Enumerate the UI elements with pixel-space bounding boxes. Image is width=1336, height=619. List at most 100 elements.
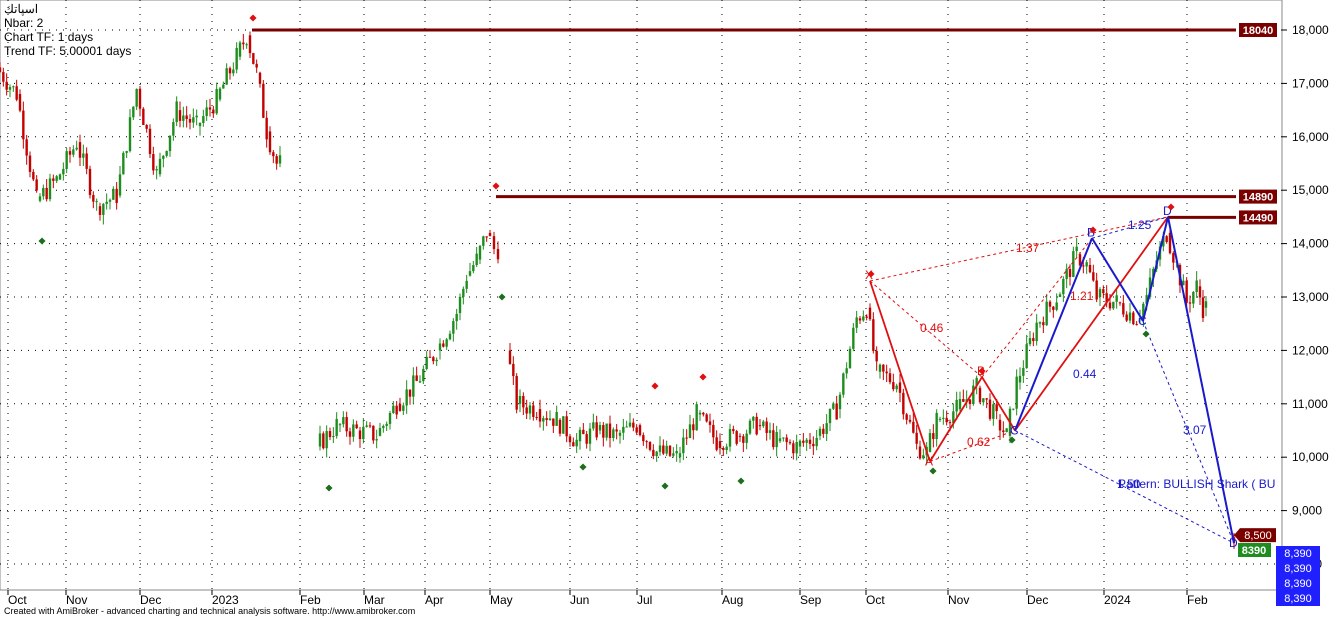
candle-body bbox=[622, 426, 625, 433]
candle-body bbox=[18, 94, 22, 111]
candle-body bbox=[235, 47, 238, 70]
candle-body bbox=[638, 425, 642, 436]
candle-body bbox=[118, 174, 122, 196]
pattern-name: Pattern: BULLISH Shark ( BU bbox=[1118, 477, 1275, 491]
candle-body bbox=[1165, 236, 1168, 242]
swing-marker bbox=[929, 467, 937, 475]
candle-body bbox=[912, 421, 915, 433]
candle-body bbox=[1172, 253, 1175, 263]
candle-body bbox=[962, 399, 965, 402]
candle-body bbox=[835, 403, 838, 420]
candle-body bbox=[875, 350, 878, 362]
candle-body bbox=[792, 443, 795, 454]
candle-body bbox=[378, 428, 382, 436]
level-price-label: 8,390 bbox=[1284, 578, 1312, 590]
candle-body bbox=[328, 431, 332, 438]
candle-body bbox=[558, 419, 562, 434]
candle-body bbox=[672, 453, 675, 456]
candle-body bbox=[808, 439, 812, 444]
candle-body bbox=[405, 389, 408, 406]
candle-body bbox=[698, 412, 702, 415]
shark-leg-4 bbox=[1167, 216, 1235, 544]
candle-body bbox=[655, 451, 658, 457]
resistance-label: 14490 bbox=[1243, 212, 1274, 224]
candle-body bbox=[745, 433, 748, 443]
candle-body bbox=[1122, 303, 1125, 315]
candle-body bbox=[445, 339, 448, 347]
y-tick-label: 18,000 bbox=[1292, 23, 1329, 37]
candle-body bbox=[158, 158, 162, 175]
candle-body bbox=[25, 139, 28, 156]
footer-credit: Created with AmiBroker - advanced charti… bbox=[4, 606, 416, 616]
candle-body bbox=[658, 445, 662, 452]
candle-body bbox=[842, 373, 845, 395]
candle-body bbox=[908, 419, 912, 422]
x-tick-label: Jul bbox=[637, 593, 652, 607]
y-tick-label: 15,000 bbox=[1292, 183, 1329, 197]
candle-body bbox=[845, 368, 848, 374]
candle-body bbox=[138, 88, 142, 109]
candle-body bbox=[75, 147, 78, 150]
candle-body bbox=[448, 333, 452, 340]
candle-body bbox=[1195, 280, 1198, 292]
candle-body bbox=[1204, 301, 1208, 308]
pattern-point-label: A bbox=[925, 454, 933, 468]
candle-body bbox=[968, 399, 972, 404]
candle-body bbox=[422, 368, 425, 382]
candle-body bbox=[322, 433, 325, 449]
candle-body bbox=[325, 431, 328, 449]
candle-body bbox=[438, 343, 442, 351]
price-chart[interactable]: 8,0009,00010,00011,00012,00013,00014,000… bbox=[0, 0, 1336, 619]
candle-body bbox=[722, 448, 725, 451]
candle-body bbox=[275, 156, 278, 164]
candle-body bbox=[22, 110, 25, 140]
candle-body bbox=[252, 53, 255, 64]
candle-body bbox=[1005, 428, 1008, 433]
candle-body bbox=[232, 69, 235, 74]
pattern-ratio-label: 1.25 bbox=[1128, 218, 1152, 232]
last-price-label: 8,500 bbox=[1244, 530, 1272, 542]
pattern-ratio-label: 1.21 bbox=[1070, 289, 1094, 303]
candle-body bbox=[5, 81, 8, 90]
candle-body bbox=[988, 399, 992, 419]
candle-body bbox=[555, 411, 558, 426]
candle-body bbox=[992, 404, 995, 419]
x-tick-label: Dec bbox=[1027, 593, 1048, 607]
candle-body bbox=[1108, 302, 1112, 309]
y-tick-label: 9,000 bbox=[1292, 504, 1322, 518]
candle-body bbox=[1015, 376, 1018, 409]
level-price-label: 8,390 bbox=[1284, 548, 1312, 560]
x-tick-label: Mar bbox=[364, 593, 385, 607]
candle-body bbox=[465, 280, 468, 289]
x-tick-label: Oct bbox=[8, 593, 27, 607]
candle-body bbox=[145, 124, 148, 129]
candle-body bbox=[215, 88, 218, 114]
swing-marker bbox=[249, 14, 257, 22]
candle-body bbox=[372, 425, 375, 441]
swing-marker bbox=[325, 484, 333, 492]
pattern-ratio-line bbox=[981, 237, 1093, 378]
swing-marker bbox=[699, 373, 707, 381]
x-tick-label: Feb bbox=[300, 593, 321, 607]
pattern-point-label: D bbox=[1229, 536, 1238, 550]
candle-body bbox=[1132, 312, 1135, 325]
candle-body bbox=[1185, 280, 1188, 303]
candle-body bbox=[408, 389, 412, 397]
candle-body bbox=[318, 433, 322, 447]
candle-body bbox=[805, 439, 808, 443]
candle-body bbox=[772, 430, 775, 448]
candle-body bbox=[758, 425, 762, 427]
candle-body bbox=[458, 296, 462, 314]
candle-body bbox=[168, 135, 172, 152]
candle-body bbox=[562, 416, 565, 434]
swing-marker bbox=[492, 182, 500, 190]
candle-body bbox=[202, 116, 205, 123]
candle-body bbox=[545, 418, 548, 421]
candle-body bbox=[192, 117, 195, 123]
candle-body bbox=[675, 451, 678, 454]
candle-body bbox=[455, 313, 458, 322]
candle-body bbox=[188, 118, 192, 123]
candle-body bbox=[815, 437, 818, 447]
candle-body bbox=[342, 417, 345, 425]
candle-body bbox=[382, 425, 385, 429]
